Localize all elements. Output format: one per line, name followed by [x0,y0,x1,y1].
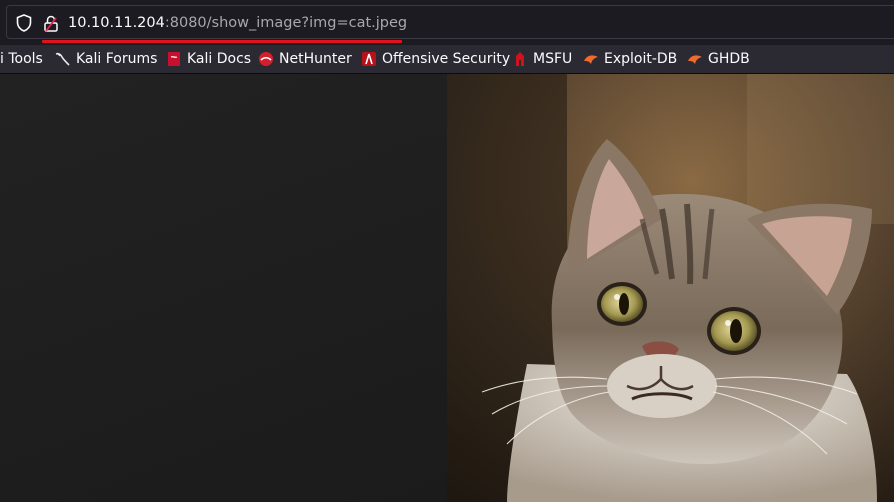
url-path: :8080/show_image?img=cat.jpeg [164,15,408,31]
offsec-icon [362,52,376,66]
bookmark-label: Offensive Security [382,51,511,67]
dark-background-area [0,74,447,502]
navigation-toolbar: 10.10.11.204:8080/show_image?img=cat.jpe… [0,0,894,45]
kali-docs-icon [168,52,180,66]
url-underline [42,40,402,43]
bookmark-label: NetHunter [279,51,352,67]
address-bar[interactable]: 10.10.11.204:8080/show_image?img=cat.jpe… [6,5,894,39]
bookmark-label: Exploit-DB [604,51,678,67]
msfu-icon [516,52,524,66]
bookmark-label: GHDB [708,51,750,67]
bookmarks-toolbar: i Tools Kali Forums Kali Docs NetHunter … [0,45,894,74]
bookmark-kali-forums[interactable]: Kali Forums [55,45,157,73]
bookmark-offensive-security[interactable]: Offensive Security [361,45,510,73]
nethunter-icon [259,52,273,66]
bookmark-exploit-db[interactable]: Exploit-DB [583,45,677,73]
insecure-lock-icon[interactable] [43,15,59,32]
kali-dragon-icon [55,52,70,66]
bookmark-kali-tools[interactable]: i Tools [0,45,43,73]
cat-image[interactable] [447,74,894,502]
url-text[interactable]: 10.10.11.204:8080/show_image?img=cat.jpe… [68,14,407,32]
bookmark-kali-docs[interactable]: Kali Docs [166,45,251,73]
ghdb-icon [688,55,702,64]
bookmark-label: Kali Forums [76,51,158,67]
bookmark-ghdb[interactable]: GHDB [687,45,750,73]
bookmark-label: Kali Docs [187,51,252,67]
cat-photo-drawing [447,74,894,502]
exploit-db-icon [584,55,598,64]
bookmark-msfu[interactable]: MSFU [512,45,572,73]
shield-icon[interactable] [16,14,32,32]
page-content [0,74,894,502]
bookmark-nethunter[interactable]: NetHunter [258,45,352,73]
bookmark-label: MSFU [533,51,573,67]
url-host: 10.10.11.204 [68,15,165,31]
bookmark-label: i Tools [0,51,43,67]
